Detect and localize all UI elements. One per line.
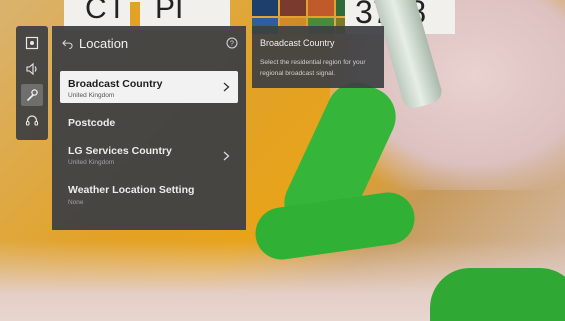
page-title: Location (79, 36, 129, 51)
menu-item-label: Postcode (68, 117, 116, 129)
menu-item-value: United Kingdom (68, 92, 115, 99)
sound-icon (26, 62, 37, 76)
sidebar-item-picture[interactable] (21, 32, 43, 54)
sidebar-item-support[interactable] (21, 110, 43, 132)
settings-sidebar (16, 26, 48, 140)
support-headset-icon (25, 115, 39, 126)
menu-item-value: United Kingdom (68, 159, 115, 166)
help-tooltip: Broadcast Country Select the residential… (252, 26, 384, 88)
background-green-paint-corner (430, 268, 565, 321)
menu-item-weather-location[interactable]: Weather Location Setting None (60, 180, 238, 212)
chevron-right-icon (223, 151, 230, 161)
background-text-ct: CT (85, 0, 127, 25)
sidebar-item-general[interactable] (21, 84, 43, 106)
back-button[interactable] (62, 36, 76, 52)
menu-item-postcode[interactable]: Postcode (60, 112, 238, 134)
menu-item-broadcast-country[interactable]: Broadcast Country United Kingdom (60, 71, 238, 103)
sidebar-item-sound[interactable] (21, 58, 43, 80)
menu-item-label: Broadcast Country (68, 78, 163, 90)
back-arrow-icon (62, 39, 73, 49)
background-color-chip (130, 2, 140, 26)
picture-icon (25, 36, 39, 50)
tooltip-description: Select the residential region for your r… (260, 59, 366, 77)
wrench-icon (27, 89, 38, 101)
menu-item-lg-services-country[interactable]: LG Services Country United Kingdom (60, 140, 238, 172)
chevron-right-icon (223, 82, 230, 92)
menu-item-label: LG Services Country (68, 145, 172, 157)
tooltip-title: Broadcast Country (260, 38, 335, 48)
menu-item-value: None (68, 199, 84, 206)
menu-item-label: Weather Location Setting (68, 184, 195, 196)
svg-text:?: ? (230, 41, 234, 48)
location-settings-panel: Location ? Broadcast Country United King… (52, 26, 246, 230)
panel-header: Location ? (62, 36, 238, 54)
help-icon[interactable]: ? (226, 37, 238, 49)
background-text-pi: PI (155, 0, 184, 25)
